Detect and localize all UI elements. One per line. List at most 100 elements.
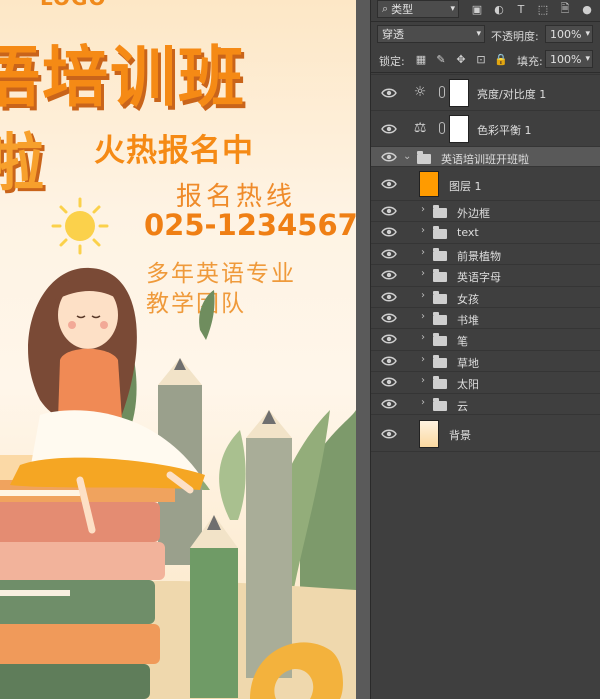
smart-object-filter-icon[interactable]: 🗎 <box>557 1 573 17</box>
visibility-eye-icon[interactable] <box>381 151 397 163</box>
layer-group-row[interactable]: › 英语字母 <box>371 264 600 285</box>
chevron-right-icon[interactable]: › <box>421 290 425 301</box>
layer-group-row[interactable]: › 云 <box>371 393 600 414</box>
visibility-eye-icon[interactable] <box>381 376 397 388</box>
layer-name: 太阳 <box>457 378 479 391</box>
lock-all-icon[interactable]: 🔒 <box>493 51 509 67</box>
blend-mode-dropdown[interactable]: 穿透 ▾ <box>377 25 485 43</box>
chevron-down-icon: ▾ <box>476 29 481 39</box>
layer-name: 女孩 <box>457 293 479 306</box>
chevron-right-icon[interactable]: › <box>421 332 425 343</box>
visibility-eye-icon[interactable] <box>381 333 397 345</box>
visibility-eye-icon[interactable] <box>381 312 397 324</box>
layer-row[interactable]: 图层 1 <box>371 166 600 200</box>
folder-icon <box>433 269 447 282</box>
lock-transparent-icon[interactable]: ▦ <box>413 51 429 67</box>
visibility-eye-icon[interactable] <box>381 205 397 217</box>
poster-illustration <box>0 197 356 699</box>
chevron-right-icon[interactable]: › <box>421 247 425 258</box>
layer-group-row[interactable]: › 外边框 <box>371 200 600 221</box>
link-chain-icon[interactable] <box>439 122 445 134</box>
layer-group-row-selected[interactable]: ⌄ 英语培训班开班啦 <box>371 146 600 166</box>
link-chain-icon[interactable] <box>439 86 445 98</box>
visibility-eye-icon[interactable] <box>381 291 397 303</box>
chevron-right-icon[interactable]: › <box>421 204 425 215</box>
type-filter-icon[interactable]: T <box>513 1 529 17</box>
layer-row[interactable]: ⚖ 色彩平衡 1 <box>371 110 600 146</box>
layer-group-row[interactable]: › 草地 <box>371 350 600 371</box>
layer-name: 草地 <box>457 357 479 370</box>
chevron-right-icon[interactable]: › <box>421 268 425 279</box>
chevron-right-icon[interactable]: › <box>421 375 425 386</box>
chevron-right-icon[interactable]: › <box>421 225 425 236</box>
fill-input[interactable]: 100% ▾ <box>545 50 593 68</box>
chevron-right-icon[interactable]: › <box>421 354 425 365</box>
folder-icon <box>433 398 447 411</box>
layer-filter-kind: 类型 <box>391 3 414 16</box>
visibility-eye-icon[interactable] <box>381 355 397 367</box>
layer-group-row[interactable]: › 前景植物 <box>371 243 600 264</box>
chevron-right-icon[interactable]: › <box>421 397 425 408</box>
layer-name: 色彩平衡 1 <box>477 124 532 137</box>
divider <box>371 21 600 22</box>
layer-thumbnail[interactable] <box>419 171 439 197</box>
visibility-eye-icon[interactable] <box>381 87 397 99</box>
layer-name: 亮度/对比度 1 <box>477 88 547 101</box>
visibility-eye-icon[interactable] <box>381 398 397 410</box>
blend-mode-value: 穿透 <box>382 28 404 41</box>
poster-logo: LOGO <box>40 0 106 10</box>
layer-row[interactable]: ☼ 亮度/对比度 1 <box>371 74 600 110</box>
lock-image-icon[interactable]: ✎ <box>433 51 449 67</box>
layer-row[interactable]: 背景 <box>371 414 600 452</box>
chevron-down-icon: ▾ <box>450 4 455 14</box>
layer-group-row[interactable]: › text <box>371 221 600 242</box>
poster-tagline: 火热报名中 <box>94 133 254 169</box>
lock-position-icon[interactable]: ✥ <box>453 51 469 67</box>
layer-group-row[interactable]: › 书堆 <box>371 307 600 328</box>
poster-headline-suffix: 啦 <box>0 126 45 199</box>
layer-mask-thumbnail[interactable] <box>449 115 469 143</box>
layer-group-row[interactable]: › 女孩 <box>371 286 600 307</box>
layer-group-row[interactable]: › 太阳 <box>371 371 600 392</box>
chevron-down-icon: ▾ <box>585 54 590 64</box>
chevron-down-icon[interactable]: ⌄ <box>403 151 411 162</box>
document-canvas[interactable]: LOGO 语培训班 啦 火热报名中 报名热线 025-1234567 多年英语专… <box>0 0 356 699</box>
layer-name: 背景 <box>449 429 471 442</box>
filter-toggle-icon[interactable]: ● <box>579 1 595 17</box>
chevron-right-icon[interactable]: › <box>421 311 425 322</box>
visibility-eye-icon[interactable] <box>381 226 397 238</box>
layer-mask-thumbnail[interactable] <box>449 79 469 107</box>
folder-icon <box>433 333 447 346</box>
layer-name: 外边框 <box>457 207 490 220</box>
visibility-eye-icon[interactable] <box>381 178 397 190</box>
opacity-input[interactable]: 100% ▾ <box>545 25 593 43</box>
visibility-eye-icon[interactable] <box>381 248 397 260</box>
layer-group-row[interactable]: › 笔 <box>371 328 600 349</box>
layer-name: text <box>457 226 479 239</box>
shape-filter-icon[interactable]: ⬚ <box>535 1 551 17</box>
book-stack-illustration <box>0 455 175 699</box>
folder-icon <box>433 312 447 325</box>
layer-name: 图层 1 <box>449 180 482 193</box>
search-icon: ⌕ <box>382 2 389 15</box>
folder-icon <box>433 226 447 239</box>
folder-icon <box>433 205 447 218</box>
visibility-eye-icon[interactable] <box>381 269 397 281</box>
fill-value: 100% <box>550 52 582 66</box>
poster-headline: 语培训班 <box>0 39 246 116</box>
folder-icon <box>417 151 431 164</box>
folder-icon <box>433 248 447 261</box>
lock-label: 锁定: <box>379 55 405 68</box>
layer-name: 笔 <box>457 335 468 348</box>
opacity-label: 不透明度: <box>491 30 539 43</box>
lock-artboard-icon[interactable]: ⊡ <box>473 51 489 67</box>
pixel-filter-icon[interactable]: ▣ <box>469 1 485 17</box>
folder-icon <box>433 376 447 389</box>
layer-filter-dropdown[interactable]: ⌕ 类型 ▾ <box>377 0 459 18</box>
canvas-boundary <box>356 0 370 699</box>
layer-thumbnail[interactable] <box>419 420 439 448</box>
visibility-eye-icon[interactable] <box>381 123 397 135</box>
brightness-contrast-icon: ☼ <box>413 84 427 100</box>
adjustment-filter-icon[interactable]: ◐ <box>491 1 507 17</box>
visibility-eye-icon[interactable] <box>381 428 397 440</box>
